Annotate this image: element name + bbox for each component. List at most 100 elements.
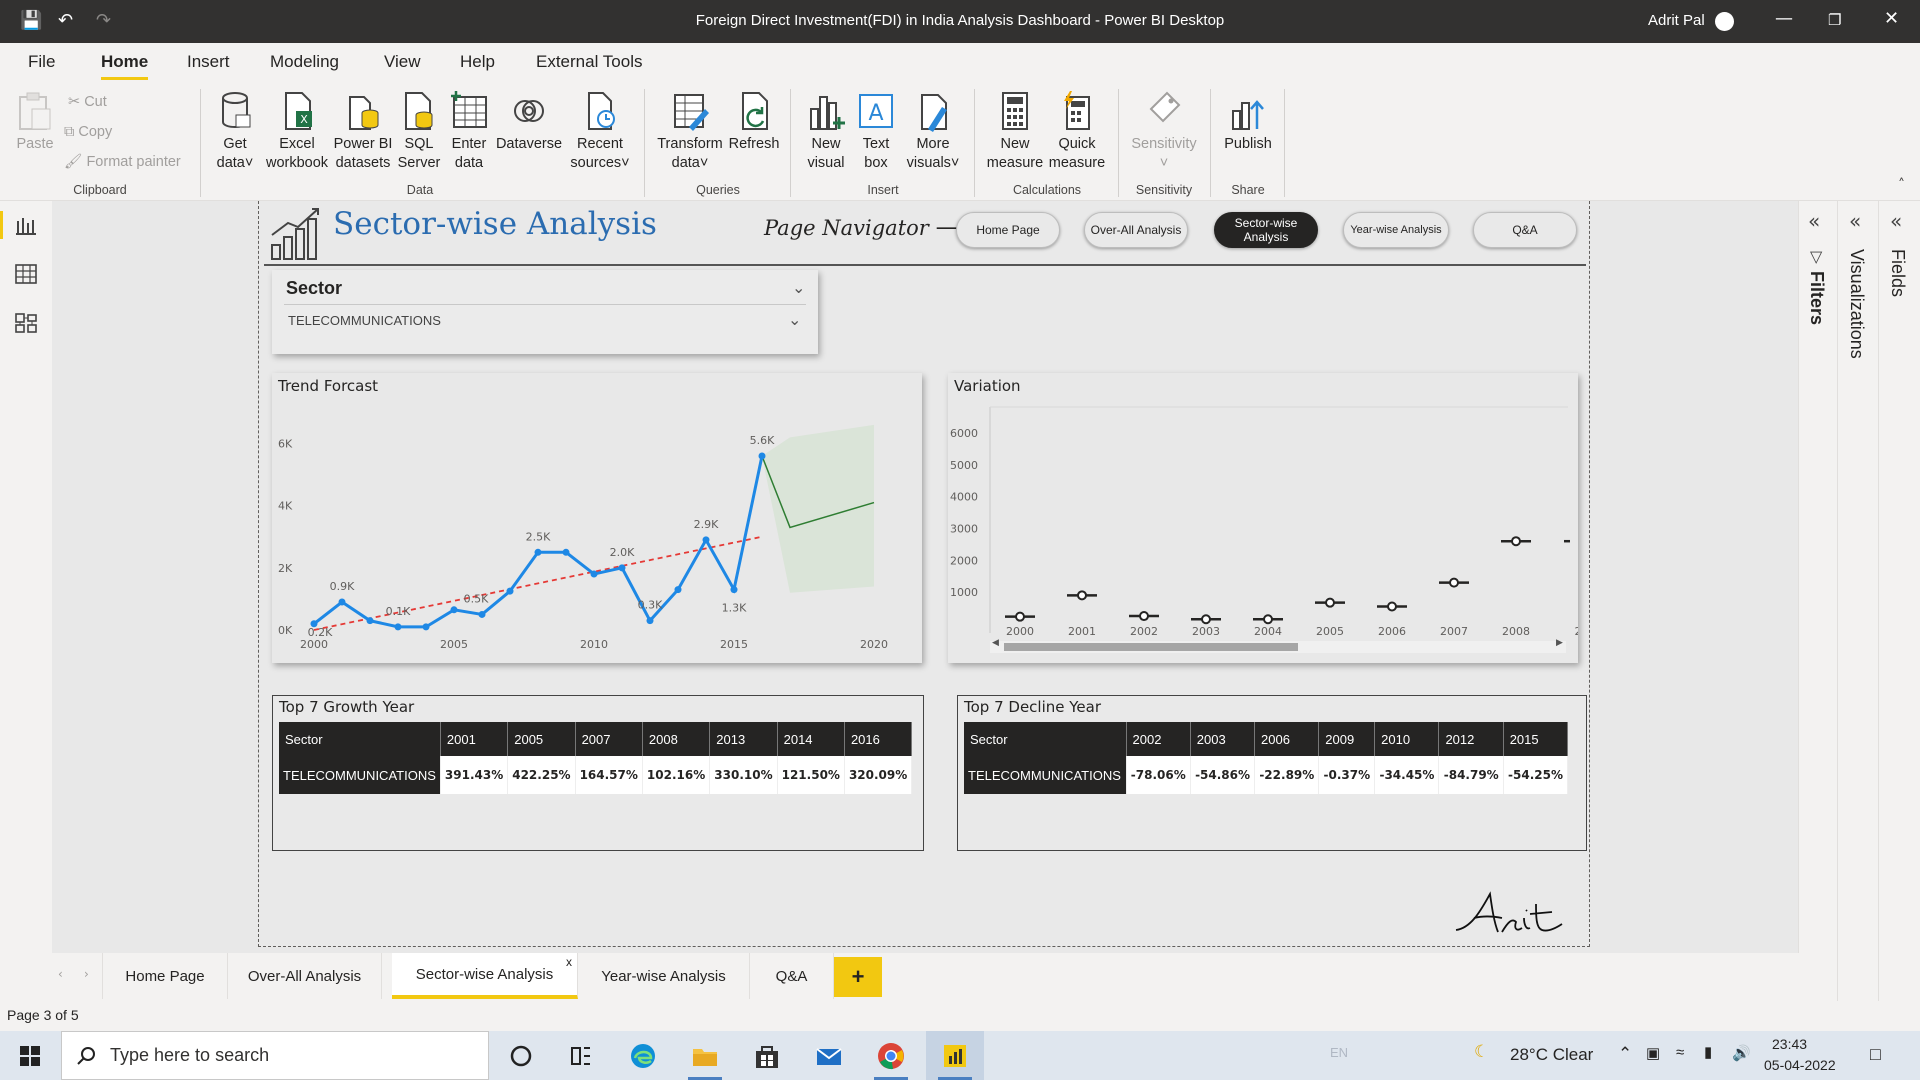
cortana-icon[interactable] — [506, 1041, 536, 1071]
nav-button-yearwise[interactable]: Year-wise Analysis — [1343, 212, 1449, 248]
power-bi-icon[interactable] — [940, 1041, 970, 1071]
menu-external-tools[interactable]: External Tools — [536, 52, 642, 72]
page-tab-home[interactable]: Home Page — [102, 953, 228, 999]
more-visuals-button[interactable]: More visuals˅ — [900, 89, 966, 173]
trend-forecast-visual[interactable]: Trend Forcast 6K 4K 2K 0K 2000 2005 2010 2015 20… — [272, 373, 922, 663]
menu-modeling[interactable]: Modeling — [270, 52, 339, 72]
wifi-icon[interactable]: ≈ — [1676, 1044, 1684, 1061]
volume-icon[interactable]: 🔊 — [1732, 1044, 1751, 1062]
visualizations-pane-label[interactable]: Visualizations — [1846, 249, 1867, 359]
page-tab-yearwise[interactable]: Year-wise Analysis — [578, 953, 750, 999]
taskbar-search[interactable]: Type here to search — [61, 1031, 489, 1080]
chrome-icon[interactable] — [876, 1041, 906, 1071]
device-icon[interactable]: ▣ — [1646, 1044, 1660, 1062]
column-header[interactable]: Sector — [964, 722, 1127, 756]
paste-button[interactable]: Paste — [14, 89, 56, 154]
scroll-left-icon[interactable]: ◀ — [992, 638, 999, 648]
windows-start-icon[interactable] — [20, 1046, 40, 1066]
scroll-right-icon[interactable]: ▶ — [1556, 638, 1563, 648]
excel-workbook-button[interactable]: X Excel workbook — [262, 89, 332, 173]
menu-insert[interactable]: Insert — [187, 52, 230, 72]
sql-server-button[interactable]: SQL Server — [396, 89, 442, 173]
language-indicator[interactable]: EN — [1330, 1045, 1348, 1060]
sector-slicer[interactable]: Sector ⌄ TELECOMMUNICATIONS ⌄ — [272, 270, 818, 354]
task-view-icon[interactable] — [566, 1041, 596, 1071]
add-page-button[interactable]: + — [834, 957, 882, 997]
menu-file[interactable]: File — [28, 52, 55, 72]
copy-button[interactable]: ⧉ Copy — [64, 124, 112, 140]
menu-home[interactable]: Home — [101, 52, 149, 80]
edge-icon[interactable] — [628, 1041, 658, 1071]
close-icon[interactable]: ✕ — [1884, 8, 1899, 29]
column-header[interactable]: 2014 — [777, 722, 845, 756]
menu-help[interactable]: Help — [460, 52, 495, 72]
column-header[interactable]: 2003 — [1190, 722, 1256, 756]
text-box-button[interactable]: A Text box — [852, 89, 900, 173]
column-header[interactable]: 2015 — [1503, 722, 1569, 756]
clock-time[interactable]: 23:43 — [1772, 1036, 1807, 1052]
dropdown-chevron-icon[interactable]: ⌄ — [788, 310, 801, 329]
tabs-scroll-left-icon[interactable]: ‹ — [58, 967, 63, 981]
menu-view[interactable]: View — [384, 52, 421, 72]
column-header[interactable]: 2005 — [507, 722, 576, 756]
slicer-selected-value[interactable]: TELECOMMUNICATIONS — [288, 313, 441, 328]
recent-sources-button[interactable]: Recent sources˅ — [568, 89, 632, 173]
restore-icon[interactable]: ❐ — [1828, 11, 1841, 29]
enter-data-button[interactable]: Enter data — [446, 89, 492, 173]
transform-data-button[interactable]: Transform data˅ — [654, 89, 726, 173]
variation-visual[interactable]: Variation 6000 5000 4000 3000 2000 1000 2000 20… — [948, 373, 1578, 663]
avatar[interactable] — [1715, 12, 1734, 31]
column-header[interactable]: 2006 — [1254, 722, 1320, 756]
store-icon[interactable] — [752, 1041, 782, 1071]
collapse-ribbon-icon[interactable]: ˄ — [1898, 177, 1905, 193]
expand-fields-icon[interactable]: « — [1890, 209, 1902, 233]
expand-filters-icon[interactable]: « — [1808, 209, 1820, 233]
page-tab-overall[interactable]: Over-All Analysis — [228, 953, 382, 999]
column-header[interactable]: 2009 — [1318, 722, 1376, 756]
horizontal-scrollbar[interactable]: ◀ ▶ — [990, 638, 1566, 653]
minimize-icon[interactable]: — — [1775, 8, 1793, 29]
nav-button-home[interactable]: Home Page — [956, 212, 1060, 248]
tabs-scroll-right-icon[interactable]: › — [84, 967, 89, 981]
column-header[interactable]: 2016 — [844, 722, 913, 756]
expand-visualizations-icon[interactable]: « — [1849, 209, 1861, 233]
battery-icon[interactable]: ▮ — [1704, 1043, 1712, 1061]
chevron-down-icon[interactable]: ⌄ — [792, 278, 805, 297]
refresh-button[interactable]: Refresh — [726, 89, 782, 154]
cut-button[interactable]: ✂ Cut — [68, 94, 107, 110]
publish-button[interactable]: Publish — [1218, 89, 1278, 154]
mail-icon[interactable] — [814, 1041, 844, 1071]
filters-pane-label[interactable]: Filters — [1806, 271, 1827, 325]
format-painter-button[interactable]: 🖌 Format painter — [64, 153, 181, 170]
weather-text[interactable]: 28°C Clear — [1510, 1045, 1593, 1065]
report-view-icon[interactable] — [15, 215, 37, 235]
decline-table-visual[interactable]: Top 7 Decline Year Sector 2002 2003 2006… — [957, 695, 1587, 851]
nav-button-qa[interactable]: Q&A — [1473, 212, 1577, 248]
sensitivity-button[interactable]: Sensitivity ˅ — [1126, 89, 1202, 173]
power-bi-datasets-button[interactable]: Power BI datasets — [332, 89, 394, 173]
quick-measure-button[interactable]: Quick measure — [1046, 89, 1108, 173]
fields-pane-label[interactable]: Fields — [1887, 249, 1908, 297]
nav-button-sectorwise[interactable]: Sector-wise Analysis — [1214, 212, 1318, 248]
column-header[interactable]: 2013 — [709, 722, 778, 756]
nav-button-overall[interactable]: Over-All Analysis — [1084, 212, 1188, 248]
column-header[interactable]: 2008 — [642, 722, 711, 756]
column-header[interactable]: Sector — [279, 722, 441, 756]
new-measure-button[interactable]: New measure — [984, 89, 1046, 173]
page-tab-qa[interactable]: Q&A — [750, 953, 834, 999]
scrollbar-thumb[interactable] — [1004, 643, 1298, 651]
page-tab-sectorwise[interactable]: Sector-wise Analysis x — [392, 953, 578, 999]
file-explorer-icon[interactable] — [690, 1041, 720, 1071]
chevron-up-icon[interactable]: ⌃ — [1618, 1044, 1632, 1064]
dataverse-button[interactable]: Dataverse — [494, 89, 564, 154]
clock-date[interactable]: 05-04-2022 — [1764, 1057, 1836, 1073]
get-data-button[interactable]: Get data˅ — [210, 89, 260, 173]
user-name[interactable]: Adrit Pal — [1648, 12, 1705, 29]
column-header[interactable]: 2012 — [1438, 722, 1504, 756]
growth-table-visual[interactable]: Top 7 Growth Year Sector 2001 2005 2007 … — [272, 695, 924, 851]
column-header[interactable]: 2010 — [1374, 722, 1440, 756]
notifications-icon[interactable]: □ — [1870, 1044, 1881, 1065]
model-view-icon[interactable] — [15, 313, 37, 333]
close-tab-icon[interactable]: x — [566, 955, 572, 969]
column-header[interactable]: 2002 — [1126, 722, 1191, 756]
